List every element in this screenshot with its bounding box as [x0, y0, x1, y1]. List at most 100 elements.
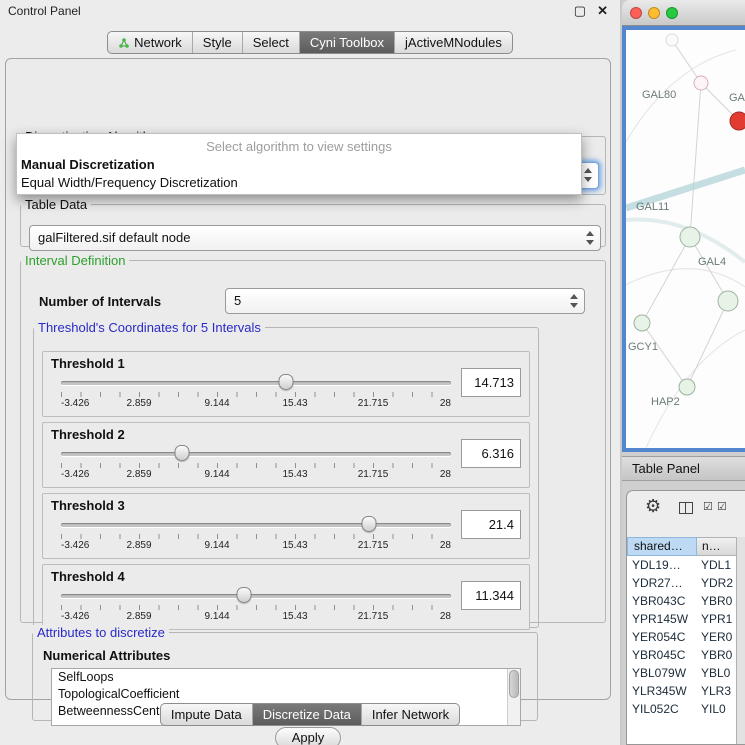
- select-all-icon[interactable]: ☑: [703, 500, 713, 513]
- cell-name[interactable]: YER0: [697, 628, 737, 646]
- columns-icon[interactable]: [679, 502, 693, 514]
- threshold-4-value-field[interactable]: 11.344: [461, 581, 521, 610]
- node-unlabeled[interactable]: [666, 34, 678, 46]
- table-row[interactable]: YPR145WYPR1: [627, 610, 737, 628]
- algorithm-placeholder: Select algorithm to view settings: [17, 139, 581, 156]
- threshold-1-value-field[interactable]: 14.713: [461, 368, 521, 397]
- threshold-4-label: Threshold 4: [51, 569, 125, 584]
- cell-shared-name[interactable]: YDR27…: [627, 574, 697, 592]
- cell-shared-name[interactable]: YBL079W: [627, 664, 697, 682]
- apply-button[interactable]: Apply: [275, 727, 341, 745]
- node-red-selected[interactable]: [730, 112, 745, 130]
- minimize-icon[interactable]: ▢: [574, 3, 586, 19]
- control-panel-window: Control Panel ▢ ✕ Network Style Select C…: [0, 0, 620, 745]
- network-canvas[interactable]: GAL80 GA GAL11 GAL4 GCY1 HAP2: [626, 30, 745, 448]
- traffic-light-close-icon[interactable]: [630, 7, 642, 19]
- cell-name[interactable]: YLR3: [697, 682, 737, 700]
- cell-shared-name[interactable]: YBR045C: [627, 646, 697, 664]
- cell-shared-name[interactable]: YDL19…: [627, 556, 697, 574]
- cell-shared-name[interactable]: YIL052C: [627, 700, 697, 718]
- node-hap2[interactable]: [679, 379, 695, 395]
- threshold-2-slider[interactable]: -3.426 2.859 9.144 15.43 21.715 28: [61, 445, 451, 485]
- slider-thumb[interactable]: [174, 445, 189, 461]
- list-item-topologicalcoefficient[interactable]: TopologicalCoefficient: [52, 686, 520, 703]
- gear-icon[interactable]: ⚙: [645, 496, 661, 517]
- threshold-1-slider[interactable]: -3.426 2.859 9.144 15.43 21.715 28: [61, 374, 451, 414]
- close-icon[interactable]: ✕: [597, 3, 608, 19]
- threshold-4-slider[interactable]: -3.426 2.859 9.144 15.43 21.715 28: [61, 587, 451, 627]
- node-gcy1[interactable]: [634, 315, 650, 331]
- cell-shared-name[interactable]: YBR043C: [627, 592, 697, 610]
- node-gal80[interactable]: [694, 76, 708, 90]
- table-row[interactable]: YBR043CYBR0: [627, 592, 737, 610]
- slider-thumb[interactable]: [362, 516, 377, 532]
- table-row[interactable]: YER054CYER0: [627, 628, 737, 646]
- table-row[interactable]: YIL052CYIL0: [627, 700, 737, 718]
- tab-cyni-toolbox-label: Cyni Toolbox: [310, 35, 384, 51]
- column-header-name[interactable]: n…: [697, 537, 737, 556]
- slider-track[interactable]: [61, 381, 451, 385]
- cell-name[interactable]: YBL0: [697, 664, 737, 682]
- table-scrollbar[interactable]: [736, 537, 745, 744]
- tab-network[interactable]: Network: [108, 32, 192, 53]
- combobox-stepper-icon: [584, 230, 595, 246]
- threshold-2-panel: Threshold 2 -3.426 2.859 9.144 15.43 21.…: [42, 422, 530, 488]
- titlebar: Control Panel ▢ ✕: [0, 0, 620, 24]
- table-header-row: shared… n…: [627, 537, 737, 556]
- node-gal11[interactable]: [680, 227, 700, 247]
- table-rows: YDL19…YDL1 YDR27…YDR2 YBR043CYBR0 YPR145…: [627, 556, 737, 744]
- scrollbar-thumb[interactable]: [509, 670, 519, 698]
- table-data-value: galFiltered.sif default node: [38, 230, 190, 245]
- cell-name[interactable]: YBR0: [697, 592, 737, 610]
- list-item-selfloops[interactable]: SelfLoops: [52, 669, 520, 686]
- algorithm-option-manual[interactable]: Manual Discretization: [17, 156, 581, 174]
- network-view[interactable]: GAL80 GA GAL11 GAL4 GCY1 HAP2: [622, 26, 745, 452]
- tab-jactivemodules-label: jActiveMNodules: [405, 35, 502, 51]
- table-row[interactable]: YBL079WYBL0: [627, 664, 737, 682]
- traffic-light-zoom-icon[interactable]: [666, 7, 678, 19]
- table-data-combobox[interactable]: galFiltered.sif default node: [29, 225, 601, 251]
- network-icon: [118, 37, 130, 49]
- tab-impute-data[interactable]: Impute Data: [161, 704, 252, 725]
- threshold-3-value-field[interactable]: 21.4: [461, 510, 521, 539]
- algorithm-option-equal-width[interactable]: Equal Width/Frequency Discretization: [17, 174, 581, 192]
- cell-shared-name[interactable]: YER054C: [627, 628, 697, 646]
- slider-track[interactable]: [61, 594, 451, 598]
- tab-network-label: Network: [134, 35, 182, 51]
- node-gal4[interactable]: [718, 291, 738, 311]
- traffic-light-minimize-icon[interactable]: [648, 7, 660, 19]
- cell-name[interactable]: YDR2: [697, 574, 737, 592]
- table-row[interactable]: YBR045CYBR0: [627, 646, 737, 664]
- tab-discretize-data-label: Discretize Data: [263, 707, 351, 723]
- slider-thumb[interactable]: [237, 587, 252, 603]
- tab-discretize-data[interactable]: Discretize Data: [253, 704, 361, 725]
- cell-name[interactable]: YDL1: [697, 556, 737, 574]
- threshold-3-slider[interactable]: -3.426 2.859 9.144 15.43 21.715 28: [61, 516, 451, 556]
- cell-name[interactable]: YBR0: [697, 646, 737, 664]
- table-row[interactable]: YDR27…YDR2: [627, 574, 737, 592]
- cell-name[interactable]: YPR1: [697, 610, 737, 628]
- node-label-hap2: HAP2: [651, 396, 680, 408]
- tab-infer-network[interactable]: Infer Network: [362, 704, 459, 725]
- table-row[interactable]: YDL19…YDL1: [627, 556, 737, 574]
- table-data-group: Table Data galFiltered.sif default node: [20, 197, 606, 247]
- threshold-2-value-field[interactable]: 6.316: [461, 439, 521, 468]
- slider-track[interactable]: [61, 452, 451, 456]
- slider-scale: -3.426 2.859 9.144 15.43 21.715 28: [61, 398, 451, 410]
- threshold-3-panel: Threshold 3 -3.426 2.859 9.144 15.43 21.…: [42, 493, 530, 559]
- network-window-chrome: [622, 0, 745, 26]
- tab-jactivemodules[interactable]: jActiveMNodules: [395, 32, 512, 53]
- tab-style[interactable]: Style: [193, 32, 242, 53]
- select-none-icon[interactable]: ☑: [717, 500, 727, 513]
- cell-shared-name[interactable]: YPR145W: [627, 610, 697, 628]
- slider-track[interactable]: [61, 523, 451, 527]
- tab-cyni-toolbox[interactable]: Cyni Toolbox: [300, 32, 394, 53]
- column-header-shared-name[interactable]: shared…: [627, 537, 697, 556]
- number-of-intervals-combobox[interactable]: 5: [225, 288, 585, 314]
- table-panel-header: Table Panel: [622, 456, 745, 481]
- tab-select[interactable]: Select: [243, 32, 299, 53]
- cell-name[interactable]: YIL0: [697, 700, 737, 718]
- cell-shared-name[interactable]: YLR345W: [627, 682, 697, 700]
- table-row[interactable]: YLR345WYLR3: [627, 682, 737, 700]
- slider-thumb[interactable]: [279, 374, 294, 390]
